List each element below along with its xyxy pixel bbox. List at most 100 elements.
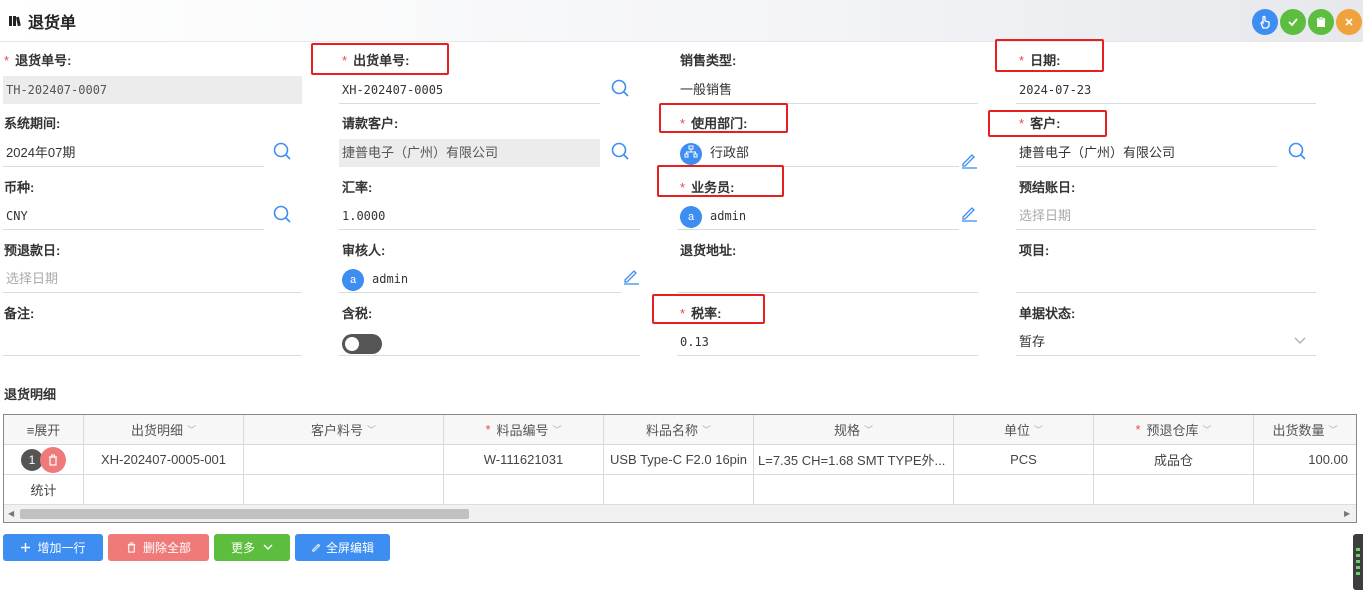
sales-type-label: 销售类型: [680, 53, 737, 68]
column-header-item-code[interactable]: * 料品编号 ﹀ [444, 415, 604, 445]
cell-qty[interactable]: 100.00 [1254, 445, 1356, 475]
search-icon[interactable] [272, 204, 292, 224]
exchange-rate-field[interactable]: 1.0000 [339, 202, 640, 230]
summary-cell [444, 475, 604, 505]
chevron-down-icon: ﹀ [1034, 425, 1044, 435]
pre-settle-date-field[interactable]: 选择日期 [1016, 202, 1316, 230]
more-button[interactable]: 更多 [214, 534, 290, 561]
summary-cell [604, 475, 754, 505]
scroll-right-icon[interactable]: ▶ [1344, 509, 1350, 518]
add-row-button[interactable]: 增加一行 [3, 534, 103, 561]
table-header-row: ≡展开 出货明细 ﹀ 客户料号 ﹀ * 料品编号 ﹀ 料品名称 ﹀ 规格 ﹀ 单位 ﹀ * 预退… [4, 415, 1356, 445]
column-header-unit[interactable]: 单位 ﹀ [954, 415, 1094, 445]
chevron-down-icon: ﹀ [552, 425, 562, 435]
search-icon[interactable] [1287, 141, 1307, 161]
hand-pointer-button[interactable] [1252, 9, 1278, 35]
clipboard-button[interactable] [1308, 9, 1334, 35]
project-field[interactable] [1016, 265, 1316, 293]
clipboard-icon [1317, 16, 1325, 27]
search-icon[interactable] [610, 78, 630, 98]
currency-field[interactable]: CNY [3, 202, 264, 230]
scroll-left-icon[interactable]: ◀ [8, 509, 14, 518]
cell-warehouse[interactable]: 成品仓 [1094, 445, 1254, 475]
table-row: 1 XH-202407-0005-001 W-111621031 USB Typ… [4, 445, 1356, 475]
salesperson-field[interactable]: a admin [677, 202, 959, 230]
return-address-label: 退货地址: [680, 243, 737, 258]
column-header-spec[interactable]: 规格 ﹀ [754, 415, 954, 445]
edit-icon[interactable] [960, 204, 978, 222]
tax-included-toggle[interactable] [342, 334, 382, 354]
edit-icon [312, 543, 321, 552]
column-header-expand[interactable]: ≡展开 [4, 415, 84, 445]
scrollbar-thumb[interactable] [20, 509, 469, 519]
delete-all-button[interactable]: 删除全部 [108, 534, 209, 561]
cell-unit[interactable]: PCS [954, 445, 1094, 475]
summary-cell [244, 475, 444, 505]
close-icon [1345, 18, 1353, 26]
page-title-text: 退货单 [28, 15, 77, 32]
exchange-rate-label: 汇率: [342, 180, 373, 195]
side-widget[interactable] [1353, 534, 1363, 590]
indicator-bar [1356, 572, 1360, 575]
return-address-field[interactable] [677, 265, 978, 293]
department-field[interactable]: 行政部 [677, 139, 959, 167]
summary-label: 统计 [4, 475, 84, 505]
period-field[interactable]: 2024年07期 [3, 139, 264, 167]
trash-icon [127, 542, 136, 553]
customer-field[interactable]: 捷普电子（广州）有限公司 [1016, 139, 1277, 167]
tax-rate-field[interactable]: 0.13 [677, 328, 978, 356]
cell-customer-part[interactable] [244, 445, 444, 475]
cell-item-name[interactable]: USB Type-C F2.0 16pin [604, 445, 754, 475]
edit-icon[interactable] [622, 267, 640, 285]
currency-label: 币种: [4, 180, 35, 195]
horizontal-scrollbar[interactable]: ◀ ▶ [4, 504, 1356, 522]
confirm-button[interactable] [1280, 9, 1306, 35]
trash-icon [49, 454, 57, 466]
cell-shipment-detail[interactable]: XH-202407-0005-001 [84, 445, 244, 475]
column-header-item-name[interactable]: 料品名称 ﹀ [604, 415, 754, 445]
search-icon[interactable] [272, 141, 292, 161]
salesperson-label: * 业务员: [680, 180, 735, 195]
return-no-field[interactable]: TH-202407-0007 [3, 76, 302, 104]
page-title: 退货单 [8, 9, 76, 33]
column-header-shipment-detail[interactable]: 出货明细 ﹀ [84, 415, 244, 445]
shipment-no-label: * 出货单号: [342, 53, 410, 68]
salesperson-value: admin [710, 209, 747, 223]
delete-row-button[interactable] [40, 446, 66, 473]
department-icon [680, 142, 702, 165]
column-header-warehouse[interactable]: * 预退仓库 ﹀ [1094, 415, 1254, 445]
detail-section-title: 退货明细 [4, 387, 57, 402]
remark-field[interactable] [3, 328, 302, 356]
chevron-down-icon [263, 544, 273, 550]
billing-customer-field[interactable]: 捷普电子（广州）有限公司 [339, 139, 600, 167]
department-label: * 使用部门: [680, 116, 748, 131]
pre-refund-date-label: 预退款日: [4, 243, 61, 258]
cell-spec[interactable]: L=7.35 CH=1.68 SMT TYPE外... [754, 445, 954, 475]
date-field[interactable]: 2024-07-23 [1016, 76, 1316, 104]
search-icon[interactable] [610, 141, 630, 161]
tax-included-field [339, 328, 640, 356]
pre-refund-date-field[interactable]: 选择日期 [3, 265, 302, 293]
period-label: 系统期间: [4, 116, 61, 131]
doc-status-select[interactable]: 暂存 [1016, 328, 1316, 356]
hand-pointer-icon [1260, 15, 1270, 29]
plus-icon [21, 543, 31, 552]
chevron-down-icon [1294, 337, 1306, 344]
chevron-down-icon: ﹀ [187, 425, 197, 435]
cell-item-code[interactable]: W-111621031 [444, 445, 604, 475]
reviewer-field[interactable]: a admin [339, 265, 621, 293]
salesperson-avatar: a [680, 205, 702, 228]
edit-icon[interactable] [960, 151, 978, 169]
date-label: * 日期: [1019, 53, 1061, 68]
fullscreen-edit-button[interactable]: 全屏编辑 [295, 534, 390, 561]
sales-type-field[interactable]: 一般销售 [677, 76, 978, 104]
department-value: 行政部 [710, 145, 750, 160]
shipment-no-field[interactable]: XH-202407-0005 [339, 76, 600, 104]
close-button[interactable] [1336, 9, 1362, 35]
column-header-customer-part[interactable]: 客户料号 ﹀ [244, 415, 444, 445]
reviewer-label: 审核人: [342, 243, 386, 258]
reviewer-value: admin [372, 272, 409, 286]
column-header-qty[interactable]: 出货数量 ﹀ [1254, 415, 1356, 445]
detail-table: ≡展开 出货明细 ﹀ 客户料号 ﹀ * 料品编号 ﹀ 料品名称 ﹀ 规格 ﹀ 单位 ﹀ * 预退… [3, 414, 1357, 523]
toggle-knob [345, 337, 359, 351]
